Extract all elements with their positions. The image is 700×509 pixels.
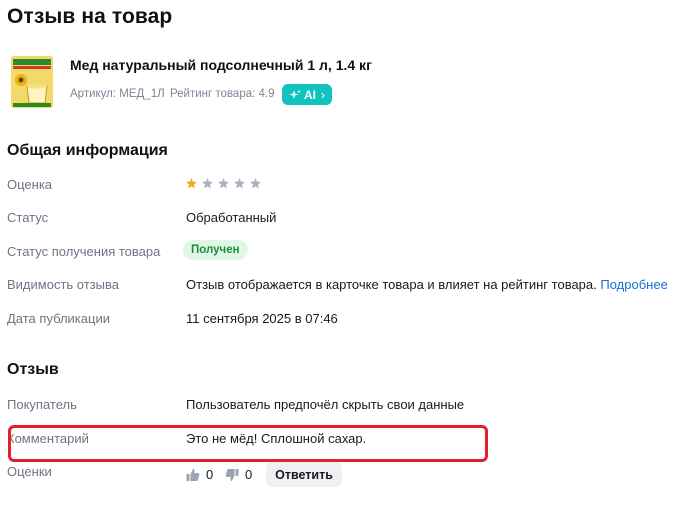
votes-label: Оценки <box>7 464 52 479</box>
product-thumbnail[interactable] <box>11 56 53 108</box>
chevron-right-icon: › <box>321 87 325 102</box>
visibility-label: Видимость отзыва <box>7 277 119 292</box>
like-button[interactable]: 0 <box>186 467 213 482</box>
comment-highlight-box <box>8 425 488 462</box>
star-empty-icon <box>202 178 213 189</box>
visibility-text: Отзыв отображается в карточке товара и в… <box>186 277 597 292</box>
product-rating: Рейтинг товара: 4.9 <box>170 88 275 100</box>
buyer-value: Пользователь предпочёл скрыть свои данны… <box>186 397 465 412</box>
general-section-title: Общая информация <box>7 142 168 159</box>
product-name[interactable]: Мед натуральный подсолнечный 1 л, 1.4 кг <box>70 57 372 73</box>
review-section-title: Отзыв <box>7 361 59 378</box>
receipt-status-label: Статус получения товара <box>7 244 161 259</box>
rating-stars <box>185 177 262 190</box>
visibility-value: Отзыв отображается в карточке товара и в… <box>186 277 668 292</box>
page-title: Отзыв на товар <box>7 5 173 28</box>
thumbs-down-icon <box>225 468 239 481</box>
product-sku: Артикул: МЕД_1Л <box>70 88 165 100</box>
receipt-status-badge: Получен <box>183 240 248 260</box>
status-label: Статус <box>7 210 49 225</box>
star-empty-icon <box>250 178 261 189</box>
star-empty-icon <box>218 178 229 189</box>
dislike-count: 0 <box>245 467 253 482</box>
publication-date-value: 11 сентября 2025 в 07:46 <box>186 311 338 326</box>
more-info-link[interactable]: Подробнее <box>600 277 667 292</box>
status-value: Обработанный <box>186 210 277 225</box>
rating-label: Оценка <box>7 177 53 192</box>
publication-date-label: Дата публикации <box>7 311 110 326</box>
star-filled-icon <box>186 178 197 189</box>
ai-button[interactable]: AI › <box>282 84 332 105</box>
thumbs-up-icon <box>186 468 200 481</box>
star-empty-icon <box>234 178 245 189</box>
buyer-label: Покупатель <box>7 397 77 412</box>
like-count: 0 <box>206 467 214 482</box>
ai-label: AI <box>304 87 316 102</box>
reply-button[interactable]: Ответить <box>266 462 342 487</box>
dislike-button[interactable]: 0 <box>225 467 252 482</box>
sparkle-icon <box>289 89 301 99</box>
